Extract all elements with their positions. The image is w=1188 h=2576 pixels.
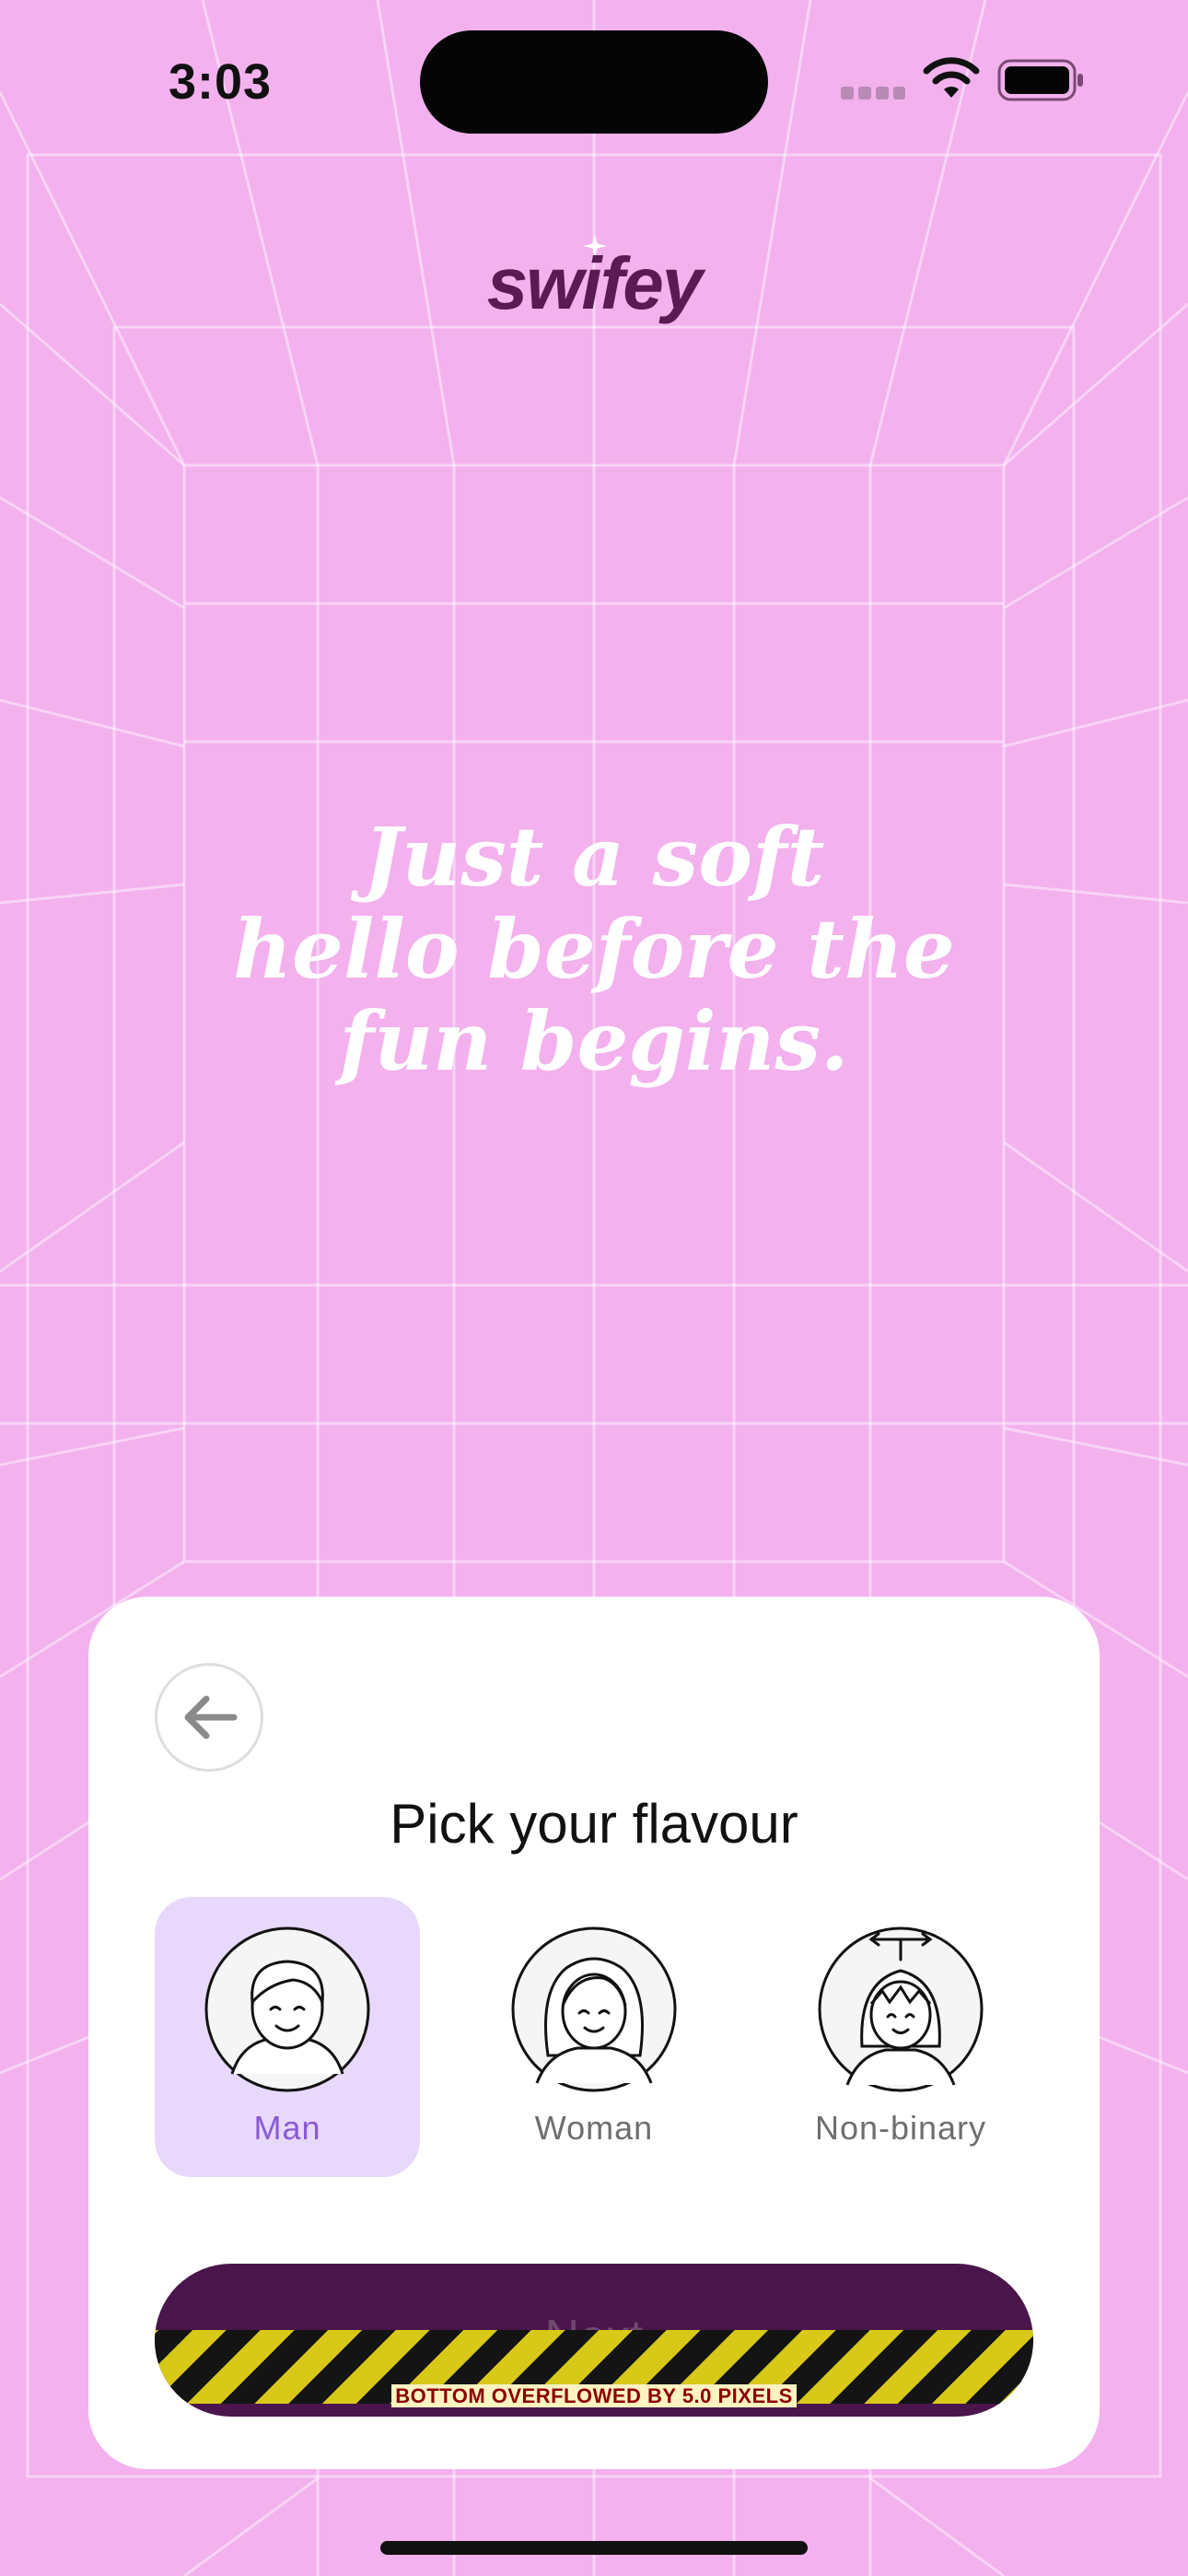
- battery-icon: [997, 59, 1083, 101]
- status-time: 3:03: [169, 54, 273, 110]
- option-label: Woman: [534, 2109, 654, 2147]
- option-label: Non-binary: [814, 2109, 987, 2147]
- gender-picker-card: Pick your flavour Man Woman Non-binary B…: [88, 1597, 1100, 2469]
- overflow-warning-label: BOTTOM OVERFLOWED BY 5.0 PIXELS: [391, 2384, 797, 2407]
- home-indicator[interactable]: [380, 2541, 808, 2555]
- cellular-signal-icon: [841, 87, 905, 100]
- option-woman[interactable]: Woman: [461, 1897, 727, 2177]
- back-button[interactable]: [155, 1663, 263, 1772]
- woman-avatar-icon: [511, 1926, 677, 2092]
- hero-tagline: Just a soft hello before the fun begins.: [184, 811, 1004, 1087]
- hero-line-2: hello before the: [233, 901, 955, 997]
- card-title: Pick your flavour: [390, 1793, 798, 1855]
- dynamic-island: [420, 30, 768, 134]
- man-avatar-icon: [204, 1926, 370, 2092]
- option-label: Man: [253, 2109, 321, 2147]
- non-binary-avatar-icon: [818, 1926, 984, 2092]
- next-button[interactable]: Next BOTTOM OVERFLOWED BY 5.0 PIXELS: [155, 2264, 1033, 2417]
- hero-line-1: Just a soft: [363, 809, 825, 905]
- option-man[interactable]: Man: [155, 1897, 420, 2177]
- hero-line-3: fun begins.: [339, 993, 849, 1089]
- overflow-warning-text: BOTTOM OVERFLOWED BY 5.0 PIXELS: [155, 2384, 1033, 2408]
- wifi-icon: [923, 57, 980, 98]
- option-non-binary[interactable]: Non-binary: [768, 1897, 1033, 2177]
- arrow-left-icon: [184, 1695, 238, 1739]
- gender-options: Man Woman Non-binary: [155, 1897, 1033, 2177]
- app-logo: swifey: [486, 242, 704, 324]
